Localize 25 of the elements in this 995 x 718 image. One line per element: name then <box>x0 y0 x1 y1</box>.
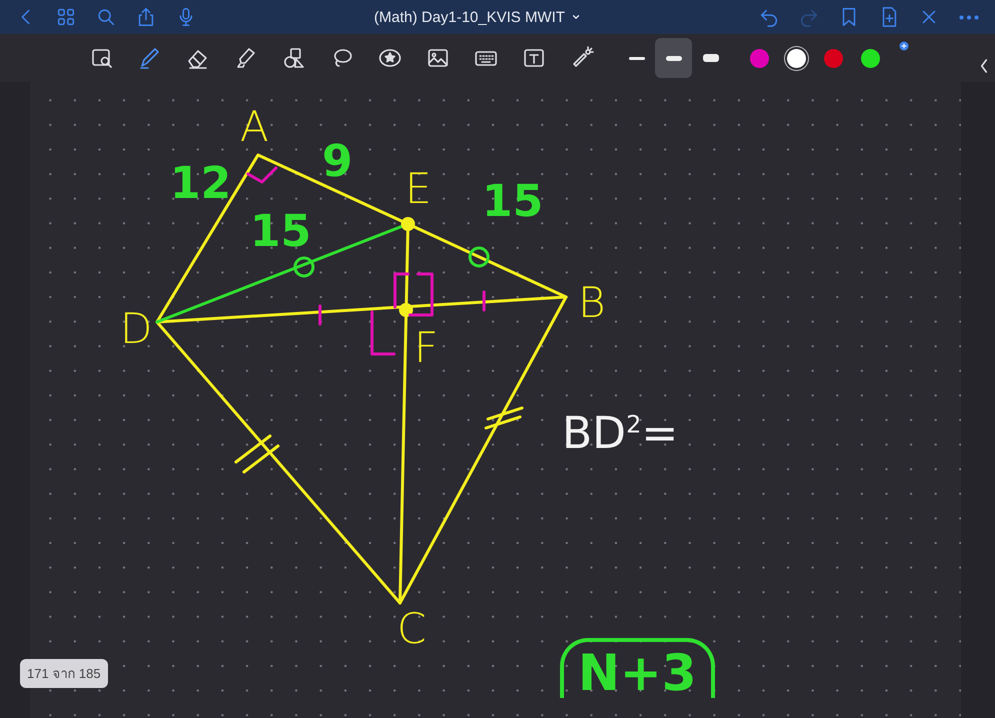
text-box-icon <box>522 46 546 70</box>
vertex-label: E <box>405 168 432 210</box>
length-label: 12 <box>170 162 232 206</box>
vertex-label: B <box>578 282 606 324</box>
vertex-label: F <box>414 327 438 369</box>
length-label: 9 <box>322 140 353 184</box>
image-icon <box>426 46 450 70</box>
length-label: 15 <box>482 180 544 224</box>
grid-icon <box>55 6 77 28</box>
boxed-note: N+3 <box>560 638 715 698</box>
stroke-width-button[interactable] <box>655 38 692 78</box>
vertex-label: A <box>240 106 269 148</box>
shapes-icon <box>282 46 306 70</box>
vertex-label: C <box>397 608 426 650</box>
more-icon <box>959 14 979 20</box>
zoom-window-icon <box>90 46 114 70</box>
page-indicator[interactable]: 171 จาก 185 <box>20 659 108 688</box>
plus-icon <box>898 40 910 52</box>
highlighter-icon <box>234 46 258 70</box>
star-bubble-icon <box>378 46 402 70</box>
length-label: 15 <box>250 210 312 254</box>
handwritten-equation: BD$^{2}$= <box>562 412 678 456</box>
caret-icon <box>570 12 581 22</box>
vertex-label: D <box>120 308 152 350</box>
document-title[interactable]: (Math) Day1-10_KVIS MWIT <box>374 8 565 26</box>
